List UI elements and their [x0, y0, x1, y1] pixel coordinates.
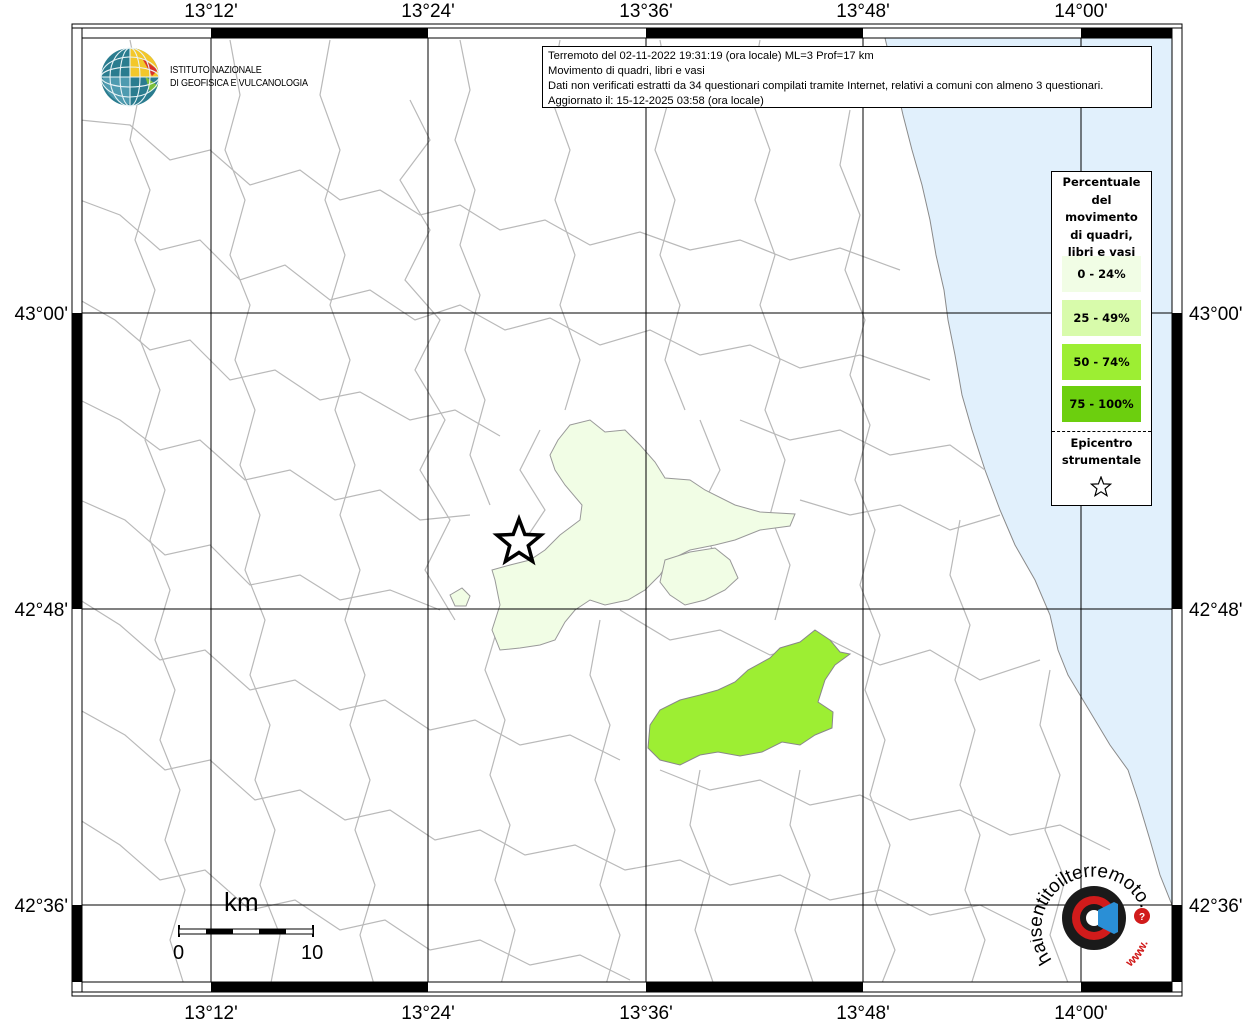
scale-bar: km 0 10	[160, 885, 350, 975]
scale-end: 10	[301, 942, 324, 964]
latitude-labels-right: 43°00' 42°48' 42°36'	[1189, 304, 1243, 917]
legend-class-3: 50 - 74%	[1062, 344, 1141, 380]
longitude-labels-top: 13°12' 13°24' 13°36' 13°48' 14°00'	[184, 1, 1108, 22]
svg-text:?: ?	[1139, 912, 1145, 923]
latitude-labels-left: 43°00' 42°48' 42°36'	[15, 304, 69, 917]
lon-label-top-2: 13°24'	[401, 1, 455, 22]
legend-title: Percentuale del movimento di quadri, lib…	[1062, 175, 1141, 259]
lon-label-bottom-4: 13°48'	[836, 1003, 890, 1024]
ingv-name-line2: DI GEOFISICA E VULCANOLOGIA	[170, 77, 308, 89]
legend-star-icon	[1090, 476, 1112, 497]
hai-sentito-logo: haisentitoilterremoto.it www. ?	[1025, 846, 1160, 987]
lat-label-right-2: 42°48'	[1189, 600, 1243, 621]
lon-label-top-5: 14°00'	[1054, 1, 1108, 22]
legend-separator	[1052, 431, 1151, 432]
ingv-globe-icon	[100, 47, 160, 107]
scale-unit: km	[224, 887, 259, 917]
scale-bar-graphic	[178, 925, 314, 937]
hst-logo-url: www.	[1122, 938, 1151, 970]
lon-label-bottom-3: 13°36'	[619, 1003, 673, 1024]
legend-epicenter-label: Epicentro strumentale	[1061, 436, 1142, 467]
info-line-source: Dati non verificati estratti da 34 quest…	[548, 80, 1104, 92]
info-line-effect: Movimento di quadri, libri e vasi	[548, 65, 705, 77]
ingv-name: ISTITUTO NAZIONALE DI GEOFISICA E VULCAN…	[170, 64, 308, 90]
earthquake-info-box: Terremoto del 02-11-2022 19:31:19 (ora l…	[542, 46, 1152, 108]
lat-label-left-3: 42°36'	[15, 896, 69, 917]
lat-label-right-1: 43°00'	[1189, 304, 1243, 325]
ingv-logo	[100, 46, 162, 113]
lon-label-bottom-2: 13°24'	[401, 1003, 455, 1024]
lat-label-right-3: 42°36'	[1189, 896, 1243, 917]
lon-label-top-1: 13°12'	[184, 1, 238, 22]
legend: Percentuale del movimento di quadri, lib…	[1051, 171, 1152, 506]
scale-start: 0	[173, 942, 185, 964]
lat-label-left-2: 42°48'	[15, 600, 69, 621]
info-line-event: Terremoto del 02-11-2022 19:31:19 (ora l…	[548, 50, 874, 62]
legend-class-4: 75 - 100%	[1062, 386, 1141, 422]
info-line-updated: Aggiornato il: 15-12-2025 03:58 (ora loc…	[548, 95, 764, 107]
lon-label-bottom-1: 13°12'	[184, 1003, 238, 1024]
lon-label-bottom-5: 14°00'	[1054, 1003, 1108, 1024]
lon-label-top-4: 13°48'	[836, 1, 890, 22]
legend-class-1: 0 - 24%	[1062, 256, 1141, 292]
longitude-labels-bottom: 13°12' 13°24' 13°36' 13°48' 14°00'	[184, 1003, 1108, 1024]
lon-label-top-3: 13°36'	[619, 1, 673, 22]
ingv-name-line1: ISTITUTO NAZIONALE	[170, 64, 262, 76]
lat-label-left-1: 43°00'	[15, 304, 69, 325]
legend-class-2: 25 - 49%	[1062, 300, 1141, 336]
